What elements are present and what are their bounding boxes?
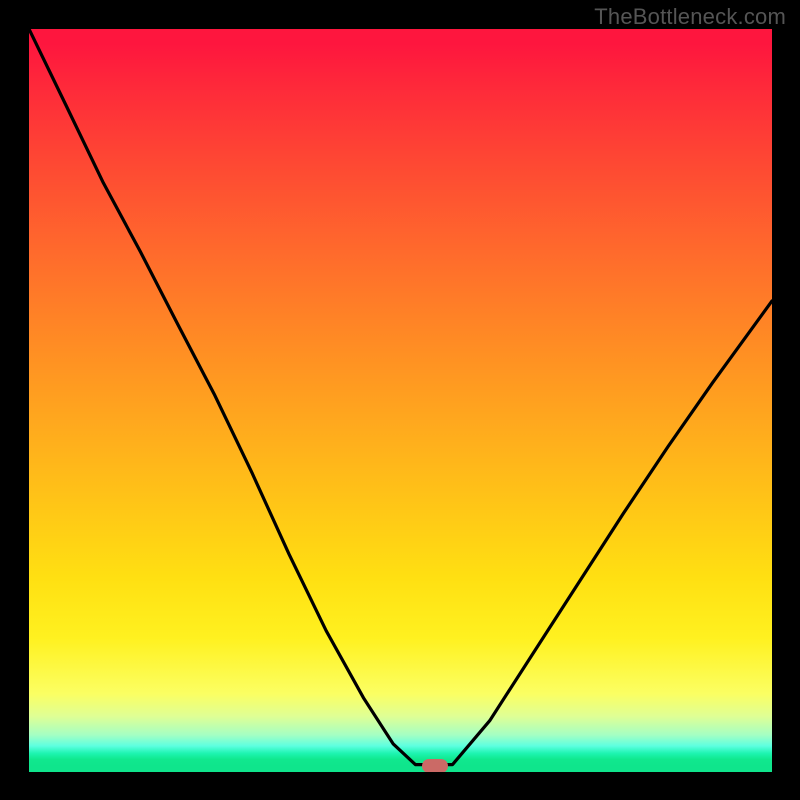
chart-frame: TheBottleneck.com — [0, 0, 800, 800]
optimum-marker — [422, 759, 448, 772]
plot-area — [29, 29, 772, 772]
bottleneck-curve — [29, 29, 772, 772]
watermark-text: TheBottleneck.com — [594, 4, 786, 30]
curve-path — [29, 29, 772, 765]
